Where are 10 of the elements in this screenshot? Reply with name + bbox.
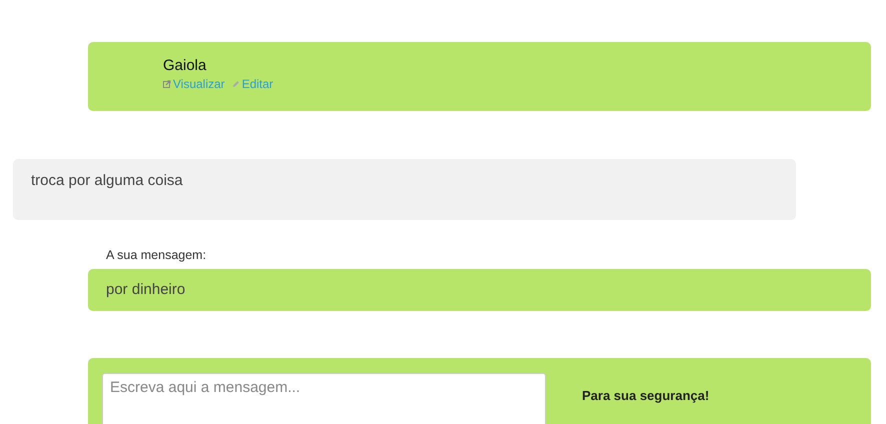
- message-text: por dinheiro: [106, 281, 186, 298]
- external-link-icon: [163, 80, 171, 88]
- pencil-icon: [232, 80, 240, 88]
- security-notice: Para sua segurança!: [582, 388, 710, 403]
- message-text: troca por alguma coisa: [31, 172, 183, 189]
- view-link[interactable]: Visualizar: [173, 77, 225, 91]
- message-input[interactable]: Escreva aqui a mensagem...: [102, 373, 546, 424]
- product-title: Gaiola: [163, 57, 208, 75]
- message-label: A sua mensagem:: [106, 247, 208, 263]
- edit-link[interactable]: Editar: [242, 77, 274, 91]
